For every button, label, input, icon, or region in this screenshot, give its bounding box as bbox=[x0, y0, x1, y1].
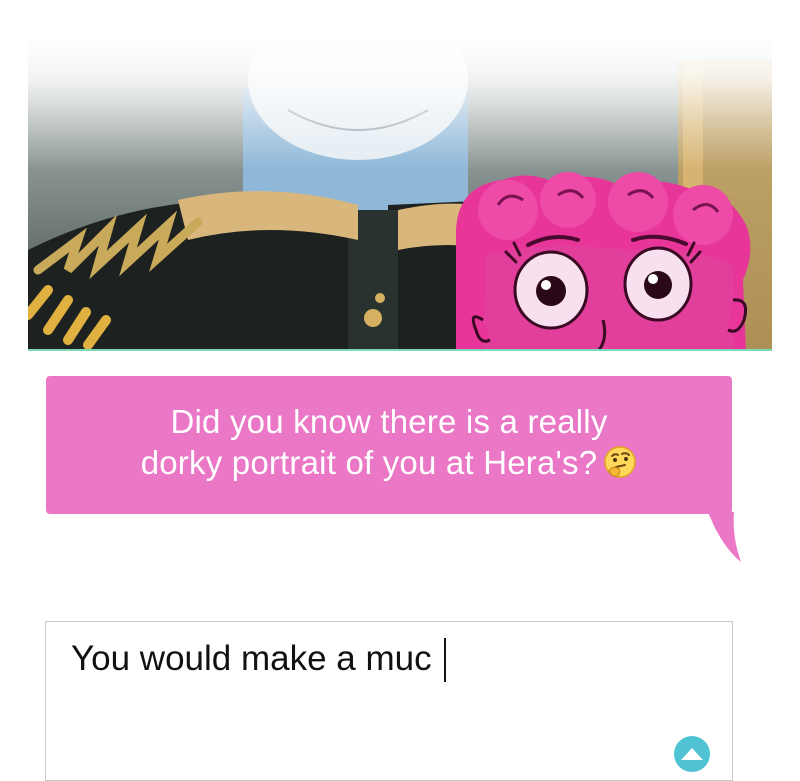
comic-panel bbox=[28, 0, 772, 351]
message-bubble: Did you know there is a really dorky por… bbox=[46, 376, 732, 514]
text-caret bbox=[443, 638, 446, 682]
message-line-2: dorky portrait of you at Hera's? bbox=[140, 444, 598, 481]
thinking-face-icon bbox=[603, 445, 637, 479]
send-button[interactable] bbox=[674, 736, 710, 772]
reply-input[interactable]: You would make a muc bbox=[45, 621, 733, 781]
bubble-tail bbox=[708, 512, 741, 562]
message-line-1: Did you know there is a really bbox=[170, 403, 608, 440]
comic-panel-illustration bbox=[28, 0, 772, 351]
reply-input-text: You would make a muc bbox=[71, 638, 446, 682]
message-text: Did you know there is a really dorky por… bbox=[89, 401, 689, 483]
typed-text: You would make a muc bbox=[71, 639, 432, 678]
send-arrow-up-icon bbox=[681, 748, 703, 760]
panel-divider bbox=[28, 349, 772, 351]
